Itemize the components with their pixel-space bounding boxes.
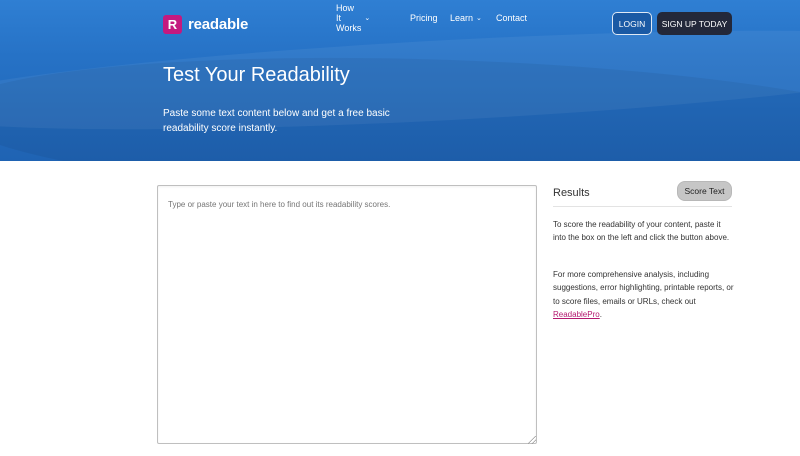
- resize-handle-icon[interactable]: [528, 436, 536, 444]
- text-input-area[interactable]: [157, 185, 537, 444]
- nav-how-it-works[interactable]: How It Works ⌄: [336, 3, 370, 33]
- page-title: Test Your Readability: [163, 64, 350, 86]
- hero-banner: R readable How It Works ⌄ Pricing Learn …: [0, 0, 800, 161]
- promo-suffix: .: [599, 309, 602, 319]
- nav-label: Learn: [450, 13, 474, 23]
- nav-label: Pricing: [410, 13, 438, 23]
- divider: [553, 206, 732, 207]
- chevron-down-icon: ⌄: [364, 15, 371, 22]
- score-text-button[interactable]: Score Text: [677, 181, 732, 201]
- page-subtitle: Paste some text content below and get a …: [163, 108, 390, 134]
- readablepro-link[interactable]: ReadablePro: [553, 310, 600, 319]
- chevron-down-icon: ⌄: [476, 15, 482, 22]
- signup-button[interactable]: SIGN UP TODAY: [657, 12, 732, 35]
- results-promo: For more comprehensive analysis, includi…: [553, 268, 735, 321]
- nav-label: Contact: [496, 13, 528, 23]
- results-heading: Results: [553, 187, 590, 199]
- promo-text: For more comprehensive analysis, includi…: [553, 270, 734, 306]
- nav-contact[interactable]: Contact: [496, 13, 527, 23]
- logo-mark-icon: R: [163, 14, 182, 34]
- logo[interactable]: R readable: [163, 14, 248, 34]
- nav-label: How It Works: [336, 3, 362, 33]
- results-instructions: To score the readability of your content…: [553, 220, 730, 243]
- nav-learn[interactable]: Learn ⌄: [450, 13, 482, 23]
- login-button[interactable]: LOGIN: [612, 12, 652, 35]
- nav-pricing[interactable]: Pricing: [410, 13, 438, 23]
- logo-text: readable: [188, 15, 249, 33]
